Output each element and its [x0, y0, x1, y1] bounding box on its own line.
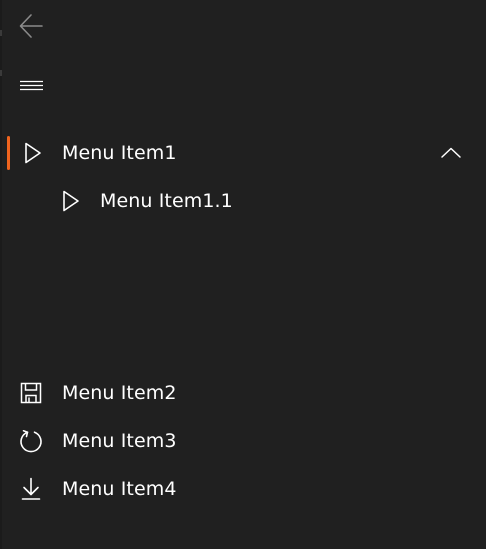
nav-item-label: Menu Item1.1: [100, 190, 233, 212]
expand-collapse-button[interactable]: [436, 141, 466, 165]
window-edge: [0, 0, 2, 549]
refresh-icon: [20, 430, 42, 453]
nav-item-label: Menu Item1: [62, 142, 177, 164]
save-icon: [20, 382, 42, 404]
nav-item-menu-item3[interactable]: Menu Item3: [0, 421, 486, 461]
nav-item-menu-item2[interactable]: Menu Item2: [0, 373, 486, 413]
play-outline-icon: [63, 190, 79, 212]
nav-item-label: Menu Item2: [62, 382, 177, 404]
back-button[interactable]: [16, 10, 48, 42]
chevron-up-icon: [441, 147, 461, 158]
hamburger-icon: [20, 80, 43, 91]
nav-item-label: Menu Item4: [62, 478, 177, 500]
pane-toggle-button[interactable]: [16, 70, 48, 102]
download-icon: [21, 477, 41, 500]
edge-mark: [0, 70, 2, 76]
navigation-pane: Menu Item1 Menu Item1.1 Menu Item2 Menu …: [0, 0, 486, 549]
play-outline-icon: [25, 142, 41, 164]
nav-item-menu-item1-1[interactable]: Menu Item1.1: [0, 181, 486, 221]
nav-item-label: Menu Item3: [62, 430, 177, 452]
edge-mark: [0, 30, 2, 36]
nav-item-menu-item4[interactable]: Menu Item4: [0, 469, 486, 509]
arrow-left-icon: [19, 14, 43, 38]
nav-item-menu-item1[interactable]: Menu Item1: [0, 133, 486, 173]
